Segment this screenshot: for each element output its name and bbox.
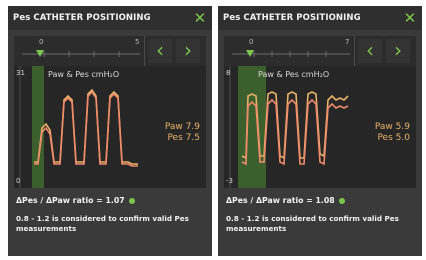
ratio-value: ΔPes / ΔPaw ratio = 1.07	[16, 196, 125, 205]
scale-end: 7	[345, 38, 350, 46]
plot-legend: Paw & Pes cmH₂O	[48, 70, 120, 79]
panel-title: Pes CATHETER POSITIONING	[223, 13, 361, 23]
pes-catheter-panel-2: Pes CATHETER POSITIONING ✕ 0 7 ‹ › 8 -3 …	[218, 6, 422, 256]
chevron-left-icon[interactable]: ‹	[148, 39, 172, 63]
y-axis-bottom: -3	[226, 177, 233, 185]
validation-note: 0.8 - 1.2 is considered to confirm valid…	[16, 214, 189, 233]
paw-value: 5.9	[395, 122, 410, 132]
validation-note: 0.8 - 1.2 is considered to confirm valid…	[226, 214, 399, 233]
panel-header: Pes CATHETER POSITIONING ✕	[218, 6, 422, 30]
selection-highlight	[238, 66, 266, 188]
pressure-plot: 8 -3 Paw & Pes cmH₂O Paw 5.9 Pes 5.0	[224, 66, 416, 188]
close-icon[interactable]: ✕	[402, 10, 418, 26]
time-scale-strip[interactable]: 0 7	[224, 36, 355, 66]
chevron-left-icon[interactable]: ‹	[358, 39, 382, 63]
pes-value: 5.0	[395, 133, 410, 143]
panel-header: Pes CATHETER POSITIONING ✕	[8, 6, 212, 30]
readout-values: Paw 5.9 Pes 5.0	[375, 122, 410, 144]
time-scale-toolbar: 0 7 ‹ ›	[224, 36, 416, 66]
paw-label: Paw	[164, 122, 183, 132]
panel-title: Pes CATHETER POSITIONING	[13, 13, 151, 23]
paw-label: Paw	[374, 122, 393, 132]
scale-start: 0	[249, 38, 254, 46]
pressure-plot: 31 0 Paw & Pes cmH₂O Paw 7.9 Pes 7.5	[14, 66, 206, 188]
y-axis-top: 31	[16, 69, 25, 77]
time-scale-toolbar: 0 5 ‹ ›	[14, 36, 206, 66]
ratio-text: ΔPes / ΔPaw ratio = 1.08	[226, 196, 345, 205]
close-icon[interactable]: ✕	[192, 10, 208, 26]
y-axis-top: 8	[226, 69, 231, 77]
time-scale-ruler	[232, 50, 350, 57]
paw-readout: Paw 5.9	[375, 122, 410, 133]
chevron-right-icon[interactable]: ›	[386, 39, 410, 63]
chevron-right-icon[interactable]: ›	[176, 39, 200, 63]
y-axis-bottom: 0	[16, 177, 21, 185]
status-dot-icon	[128, 198, 135, 204]
pes-readout: Pes 5.0	[375, 133, 410, 144]
time-scale-ruler	[22, 50, 140, 57]
scale-end: 5	[135, 38, 140, 46]
paw-value: 7.9	[185, 122, 200, 132]
time-scale-strip[interactable]: 0 5	[14, 36, 145, 66]
pes-value: 7.5	[185, 133, 200, 143]
paw-readout: Paw 7.9	[165, 122, 200, 133]
pes-label: Pes	[167, 133, 183, 143]
ratio-text: ΔPes / ΔPaw ratio = 1.07	[16, 196, 135, 205]
pes-readout: Pes 7.5	[165, 133, 200, 144]
pes-label: Pes	[377, 133, 393, 143]
pes-catheter-panel-1: Pes CATHETER POSITIONING ✕ 0 5 ‹ › 31 0 …	[8, 6, 212, 256]
status-dot-icon	[338, 198, 345, 204]
readout-values: Paw 7.9 Pes 7.5	[165, 122, 200, 144]
plot-legend: Paw & Pes cmH₂O	[258, 70, 330, 79]
scale-start: 0	[39, 38, 44, 46]
ratio-value: ΔPes / ΔPaw ratio = 1.08	[226, 196, 335, 205]
